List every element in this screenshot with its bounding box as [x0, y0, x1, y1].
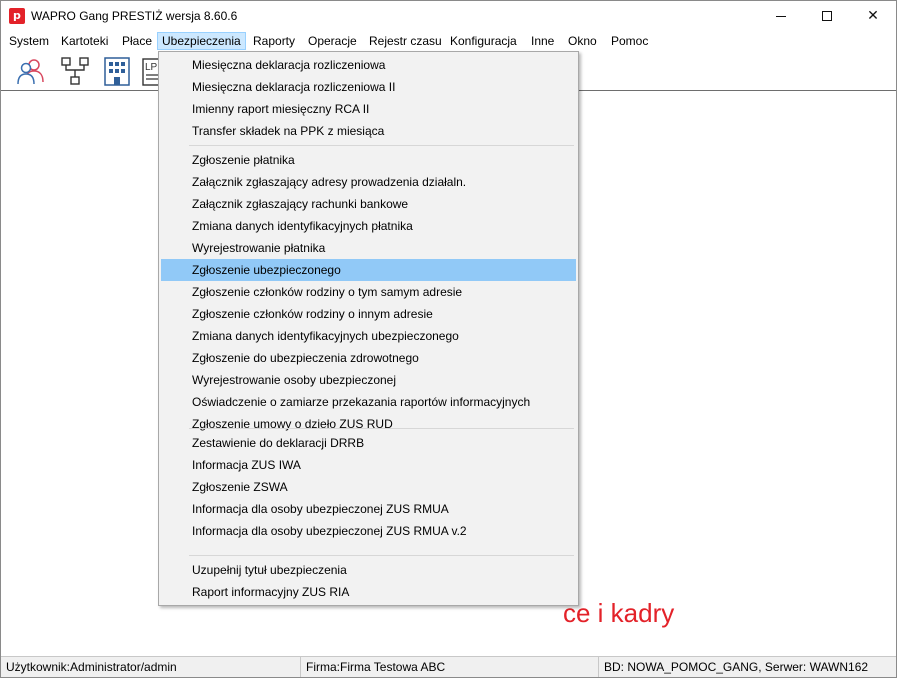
- toolbar-partial-label: LP: [145, 62, 158, 73]
- menu-okno[interactable]: Okno: [563, 32, 602, 50]
- ubezpieczenia-dropdown-menu: Miesięczna deklaracja rozliczeniowa Miesi…: [158, 51, 579, 606]
- building-icon[interactable]: [101, 55, 133, 87]
- menu-separator: [189, 428, 574, 429]
- status-database: BD: NOWA_POMOC_GANG, Serwer: WAWN162: [604, 660, 869, 674]
- dropdown-item[interactable]: Miesięczna deklaracja rozliczeniowa II: [161, 76, 576, 98]
- menu-separator: [189, 555, 574, 556]
- brand-watermark-text: ce i kadry: [563, 598, 675, 628]
- dropdown-item[interactable]: Informacja ZUS IWA: [161, 454, 576, 476]
- status-bar: Użytkownik:Administrator/admin Firma:Fir…: [1, 656, 896, 677]
- dropdown-item[interactable]: Raport informacyjny ZUS RIA: [161, 581, 576, 603]
- dropdown-item[interactable]: Zgłoszenie do ubezpieczenia zdrowotnego: [161, 347, 576, 369]
- menu-bar: System Kartoteki Płace Ubezpieczenia Raporty…: [1, 31, 896, 51]
- dropdown-item[interactable]: Informacja dla osoby ubezpieczonej ZUS R…: [161, 520, 576, 542]
- menu-separator: [189, 145, 574, 146]
- title-bar[interactable]: p WAPRO Gang PRESTIŻ wersja 8.60.6 ✕: [1, 1, 896, 31]
- dropdown-item[interactable]: Wyrejestrowanie płatnika: [161, 237, 576, 259]
- menu-pomoc[interactable]: Pomoc: [606, 32, 653, 50]
- app-window: p WAPRO Gang PRESTIŻ wersja 8.60.6 ✕ Sys…: [0, 0, 897, 678]
- dropdown-item[interactable]: Załącznik zgłaszający rachunki bankowe: [161, 193, 576, 215]
- status-user: Użytkownik:Administrator/admin: [1, 657, 301, 677]
- maximize-icon: [822, 11, 832, 21]
- menu-ubezpieczenia[interactable]: Ubezpieczenia: [157, 32, 246, 50]
- menu-raporty[interactable]: Raporty: [248, 32, 300, 50]
- dropdown-item[interactable]: Zmiana danych identyfikacyjnych płatnika: [161, 215, 576, 237]
- menu-płace[interactable]: Płace: [117, 32, 157, 50]
- dropdown-item[interactable]: Zgłoszenie członków rodziny o tym samym …: [161, 281, 576, 303]
- minimize-button[interactable]: [758, 1, 804, 31]
- dropdown-item[interactable]: Imienny raport miesięczny RCA II: [161, 98, 576, 120]
- org-structure-icon[interactable]: [59, 55, 91, 87]
- users-icon[interactable]: [15, 55, 47, 87]
- dropdown-item[interactable]: Zgłoszenie ZSWA: [161, 476, 576, 498]
- menu-konfiguracja[interactable]: Konfiguracja: [445, 32, 522, 50]
- dropdown-item[interactable]: Zestawienie do deklaracji DRRB: [161, 432, 576, 454]
- status-company: Firma:Firma Testowa ABC: [301, 657, 599, 677]
- dropdown-item[interactable]: Uzupełnij tytuł ubezpieczenia: [161, 559, 576, 581]
- dropdown-item[interactable]: Zgłoszenie płatnika: [161, 149, 576, 171]
- menu-rejestr-czasu[interactable]: Rejestr czasu: [364, 32, 447, 50]
- dropdown-item[interactable]: Informacja dla osoby ubezpieczonej ZUS R…: [161, 498, 576, 520]
- close-button[interactable]: ✕: [850, 1, 896, 31]
- dropdown-item[interactable]: Wyrejestrowanie osoby ubezpieczonej: [161, 369, 576, 391]
- dropdown-item[interactable]: Oświadczenie o zamiarze przekazania rapo…: [161, 391, 576, 413]
- dropdown-item[interactable]: Transfer składek na PPK z miesiąca: [161, 120, 576, 142]
- dropdown-item[interactable]: Zmiana danych identyfikacyjnych ubezpiec…: [161, 325, 576, 347]
- maximize-button[interactable]: [804, 1, 850, 31]
- menu-kartoteki[interactable]: Kartoteki: [56, 32, 113, 50]
- window-title: WAPRO Gang PRESTIŻ wersja 8.60.6: [31, 9, 238, 23]
- dropdown-item[interactable]: Zgłoszenie członków rodziny o innym adre…: [161, 303, 576, 325]
- app-logo-icon: p: [9, 8, 25, 24]
- menu-operacje[interactable]: Operacje: [303, 32, 362, 50]
- close-icon: ✕: [867, 8, 879, 24]
- dropdown-item[interactable]: Miesięczna deklaracja rozliczeniowa: [161, 54, 576, 76]
- dropdown-item[interactable]: Zgłoszenie ubezpieczonego: [161, 259, 576, 281]
- menu-inne[interactable]: Inne: [526, 32, 559, 50]
- menu-system[interactable]: System: [4, 32, 54, 50]
- minimize-icon: [776, 15, 786, 17]
- dropdown-item[interactable]: Załącznik zgłaszający adresy prowadzenia…: [161, 171, 576, 193]
